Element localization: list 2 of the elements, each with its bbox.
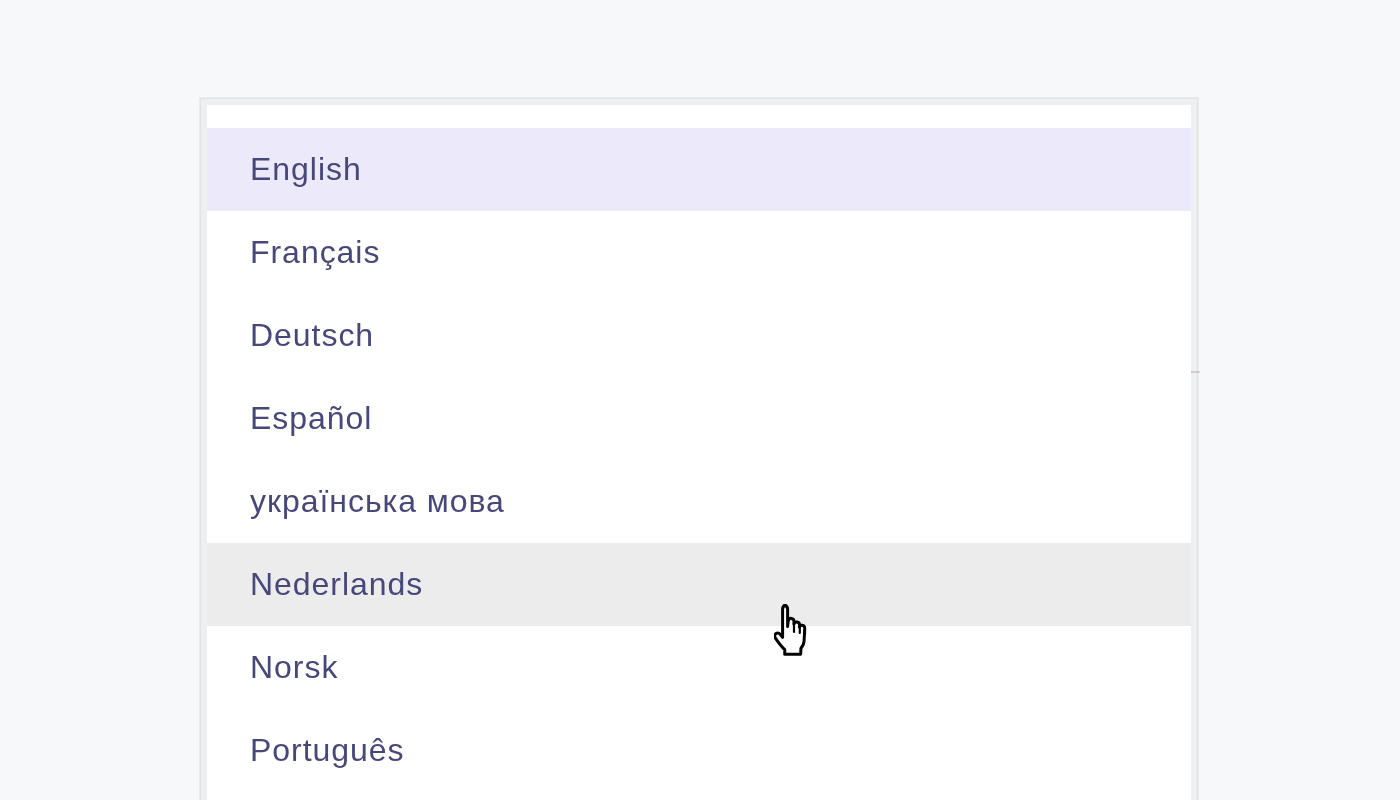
language-option[interactable]: Nederlands [207,543,1191,626]
language-option[interactable]: English [207,128,1191,211]
